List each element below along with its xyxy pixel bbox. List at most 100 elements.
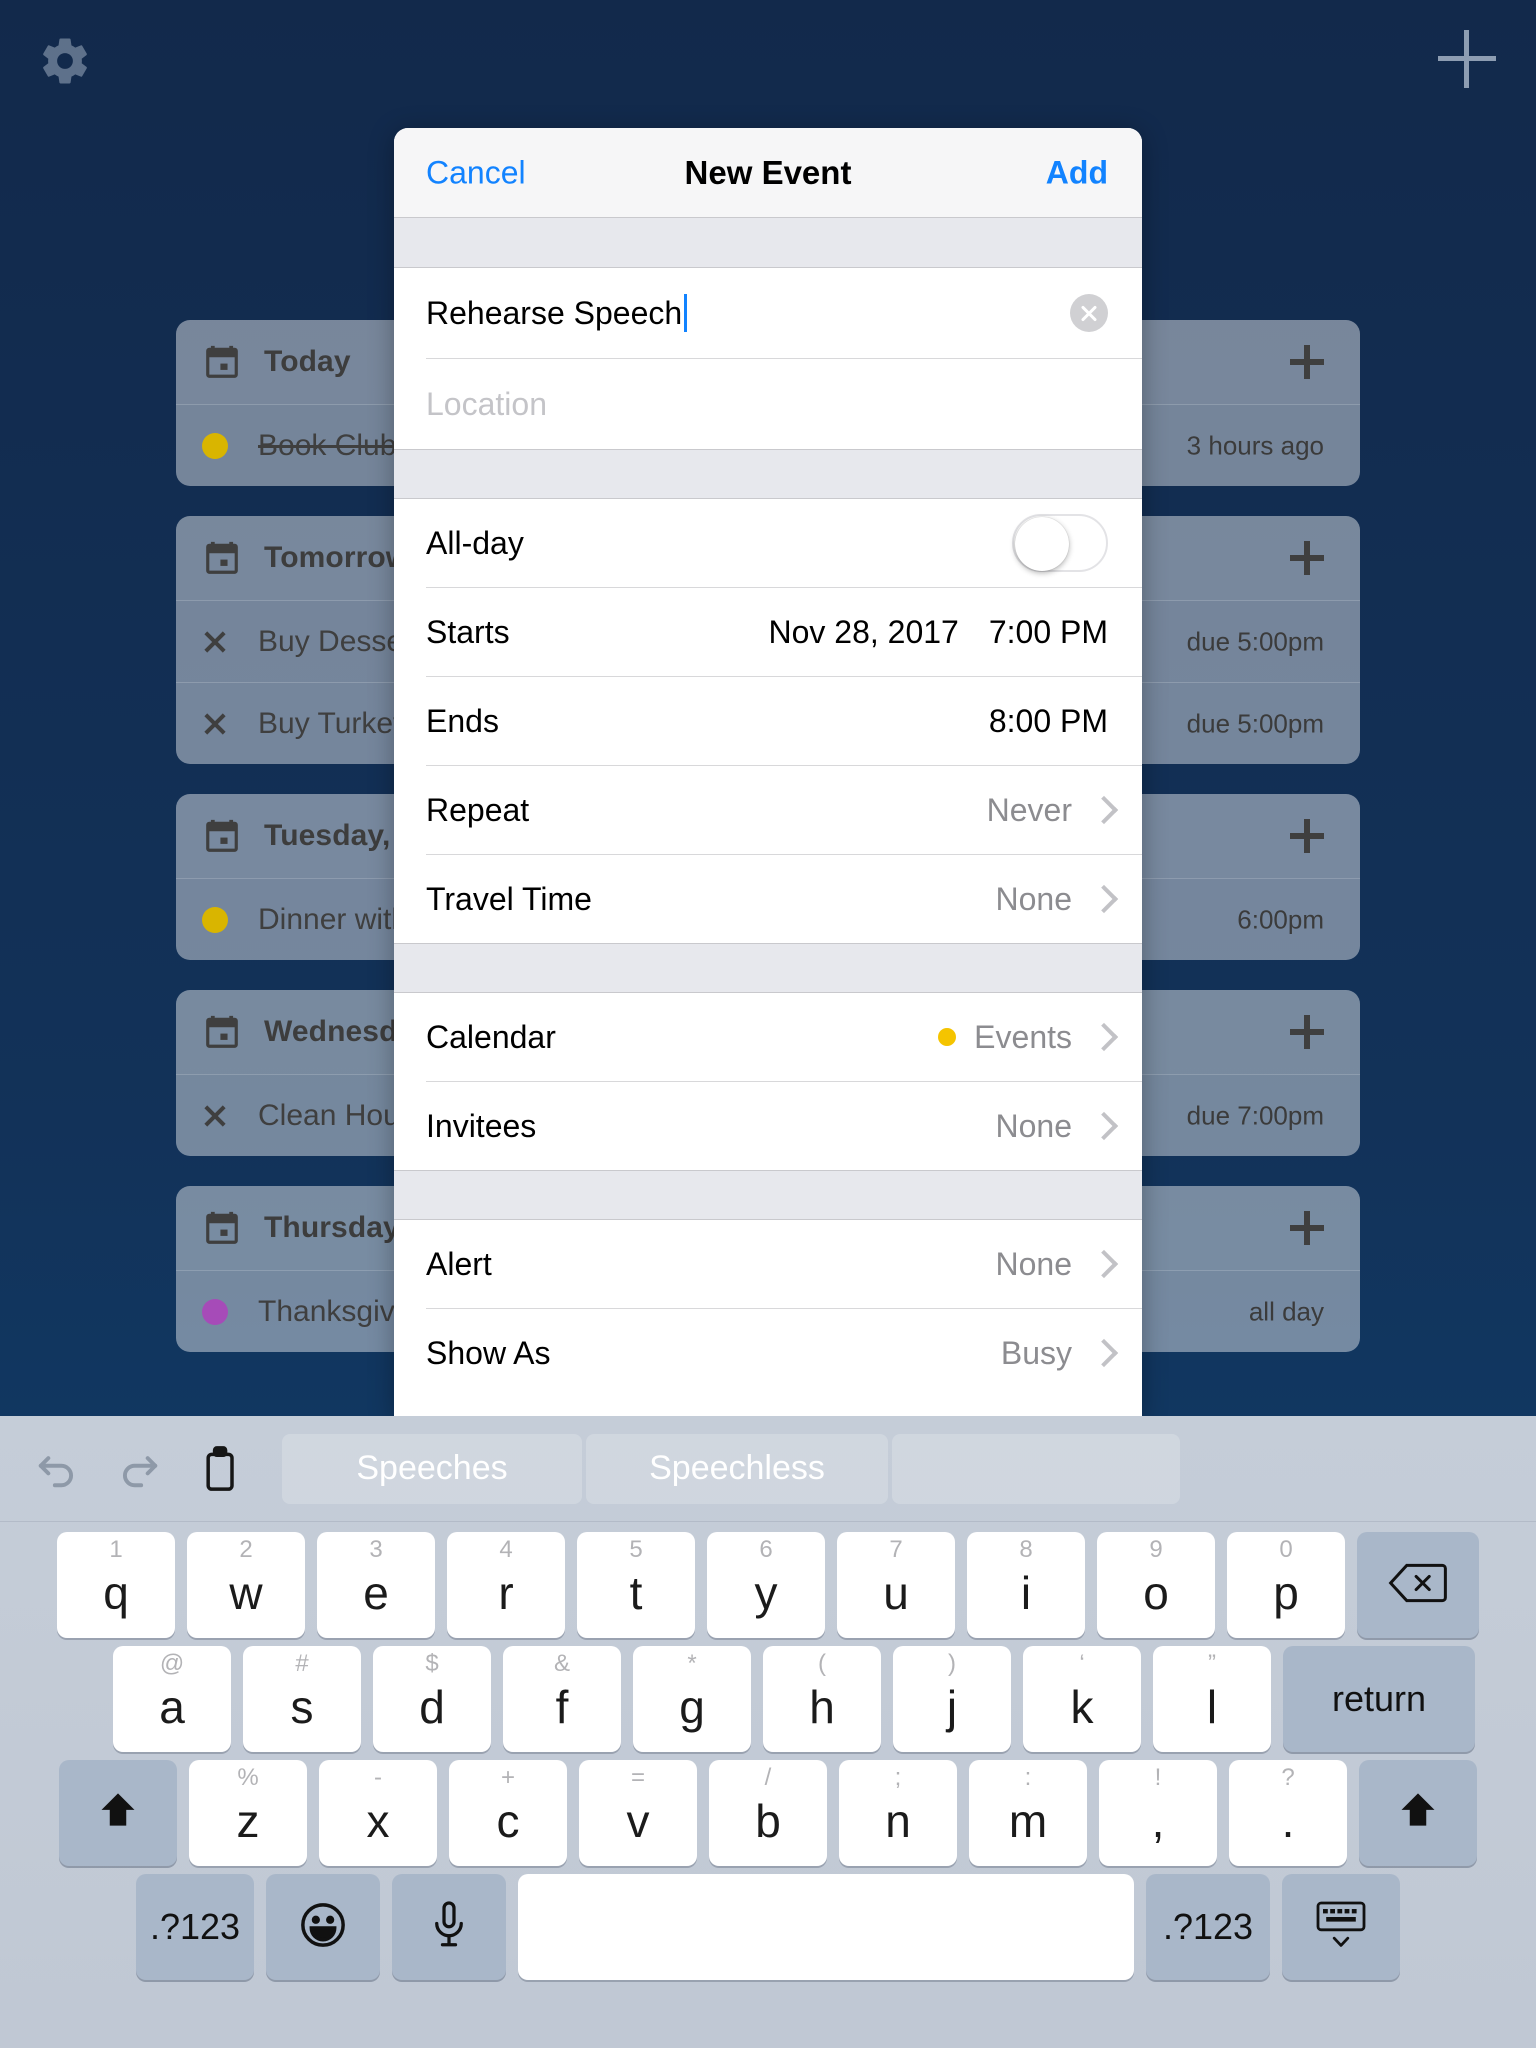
add-event-icon[interactable] xyxy=(1290,541,1324,575)
event-title-field[interactable]: Rehearse Speech xyxy=(394,268,1142,358)
shift-key-left[interactable] xyxy=(59,1760,177,1866)
keyboard-row-3: % z - x + c = v / b; n: m!,?. xyxy=(0,1752,1536,1866)
add-item-icon[interactable] xyxy=(1438,30,1496,88)
invitees-row[interactable]: Invitees None xyxy=(394,1082,1142,1170)
backspace-key[interactable] xyxy=(1357,1532,1479,1638)
starts-time[interactable]: 7:00 PM xyxy=(989,614,1108,651)
calendar-row[interactable]: Calendar Events xyxy=(394,993,1142,1081)
key-label: i xyxy=(1020,1567,1032,1619)
suggestion-3[interactable] xyxy=(892,1433,1180,1504)
space-key[interactable] xyxy=(518,1874,1134,1980)
show-as-label: Show As xyxy=(426,1334,551,1371)
key-alt-label: 6 xyxy=(759,1536,773,1563)
key-g[interactable]: * g xyxy=(633,1646,751,1752)
key-alt-label: 0 xyxy=(1279,1536,1293,1563)
all-day-toggle[interactable] xyxy=(1012,514,1108,572)
starts-row[interactable]: Starts Nov 28, 2017 7:00 PM xyxy=(394,588,1142,676)
numbers-key-right[interactable]: .?123 xyxy=(1146,1874,1270,1980)
key-o[interactable]: 9o xyxy=(1097,1532,1215,1638)
key-m[interactable]: :m xyxy=(969,1760,1087,1866)
key-f[interactable]: & f xyxy=(503,1646,621,1752)
add-event-icon[interactable] xyxy=(1290,819,1324,853)
key-x[interactable]: -x xyxy=(319,1760,437,1866)
redo-icon[interactable] xyxy=(102,1437,176,1501)
suggestion-2[interactable]: Speechless xyxy=(586,1433,888,1504)
key-k[interactable]: ‘k xyxy=(1023,1646,1141,1752)
paste-icon[interactable] xyxy=(184,1437,258,1501)
alert-row[interactable]: Alert None xyxy=(394,1220,1142,1308)
ends-time[interactable]: 8:00 PM xyxy=(989,703,1108,740)
suggestion-1[interactable]: Speeches xyxy=(282,1433,582,1504)
key-s[interactable]: # s xyxy=(243,1646,361,1752)
ends-row[interactable]: Ends 8:00 PM xyxy=(394,677,1142,765)
numbers-key-left[interactable]: .?123 xyxy=(136,1874,254,1980)
cancel-button[interactable]: Cancel xyxy=(426,154,526,191)
hide-keyboard-icon xyxy=(1313,1898,1369,1957)
checkbox-x-icon[interactable] xyxy=(202,711,228,737)
all-day-label: All-day xyxy=(426,524,524,561)
all-day-row[interactable]: All-day xyxy=(394,499,1142,587)
key-label: t xyxy=(629,1567,643,1619)
repeat-label: Repeat xyxy=(426,791,530,828)
travel-time-row[interactable]: Travel Time None xyxy=(394,855,1142,943)
agenda-event-meta: due 5:00pm xyxy=(1186,708,1324,738)
numbers-key-label: .?123 xyxy=(1162,1906,1254,1947)
add-event-icon[interactable] xyxy=(1290,1015,1324,1049)
shift-key-right[interactable] xyxy=(1359,1760,1477,1866)
add-button[interactable]: Add xyxy=(1046,154,1108,191)
key-p[interactable]: 0p xyxy=(1227,1532,1345,1638)
key-q[interactable]: 1q xyxy=(57,1532,175,1638)
key-label: a xyxy=(159,1681,185,1733)
key-d[interactable]: $ d xyxy=(373,1646,491,1752)
key-w[interactable]: 2w xyxy=(187,1532,305,1638)
hide-keyboard-key[interactable] xyxy=(1282,1874,1400,1980)
key-alt-label: @ xyxy=(159,1650,185,1677)
key-n[interactable]: ; n xyxy=(839,1760,957,1866)
agenda-event-meta: all day xyxy=(1248,1296,1324,1326)
checkbox-x-icon[interactable] xyxy=(202,629,228,655)
starts-date[interactable]: Nov 28, 2017 xyxy=(768,614,958,651)
repeat-row[interactable]: Repeat Never xyxy=(394,766,1142,854)
key-label: z xyxy=(236,1795,260,1847)
key-period[interactable]: ?. xyxy=(1229,1760,1347,1866)
key-alt-label: ! xyxy=(1154,1764,1162,1791)
key-l[interactable]: ” l xyxy=(1153,1646,1271,1752)
key-comma[interactable]: !, xyxy=(1099,1760,1217,1866)
key-h[interactable]: (h xyxy=(763,1646,881,1752)
key-v[interactable]: = v xyxy=(579,1760,697,1866)
agenda-event-label: Dinner with xyxy=(258,902,409,936)
key-alt-label: ” xyxy=(1208,1650,1216,1677)
key-z[interactable]: % z xyxy=(189,1760,307,1866)
key-alt-label: 4 xyxy=(499,1536,513,1563)
key-label: b xyxy=(755,1795,781,1847)
add-event-icon[interactable] xyxy=(1290,345,1324,379)
show-as-row[interactable]: Show As Busy xyxy=(394,1309,1142,1397)
event-location-field[interactable]: Location xyxy=(394,359,1142,449)
key-alt-label: 9 xyxy=(1149,1536,1163,1563)
key-label: . xyxy=(1281,1795,1295,1847)
key-i[interactable]: 8i xyxy=(967,1532,1085,1638)
key-e[interactable]: 3e xyxy=(317,1532,435,1638)
key-u[interactable]: 7u xyxy=(837,1532,955,1638)
undo-icon[interactable] xyxy=(20,1437,94,1501)
return-key[interactable]: return xyxy=(1283,1646,1475,1752)
key-alt-label: ) xyxy=(948,1650,956,1677)
add-event-icon[interactable] xyxy=(1290,1211,1324,1245)
key-c[interactable]: + c xyxy=(449,1760,567,1866)
key-b[interactable]: / b xyxy=(709,1760,827,1866)
event-color-dot xyxy=(202,906,228,933)
key-alt-label: = xyxy=(630,1764,645,1791)
emoji-key[interactable] xyxy=(266,1874,380,1980)
gear-icon[interactable] xyxy=(38,34,92,88)
key-a[interactable]: @ a xyxy=(113,1646,231,1752)
microphone-key[interactable] xyxy=(392,1874,506,1980)
event-title-value: Rehearse Speech xyxy=(426,294,683,331)
key-j[interactable]: ) j xyxy=(893,1646,1011,1752)
key-label: k xyxy=(1070,1681,1094,1733)
checkbox-x-icon[interactable] xyxy=(202,1103,228,1129)
key-t[interactable]: 5t xyxy=(577,1532,695,1638)
key-label: n xyxy=(885,1795,911,1847)
clear-circle-icon[interactable] xyxy=(1070,294,1108,332)
key-r[interactable]: 4r xyxy=(447,1532,565,1638)
key-y[interactable]: 6y xyxy=(707,1532,825,1638)
